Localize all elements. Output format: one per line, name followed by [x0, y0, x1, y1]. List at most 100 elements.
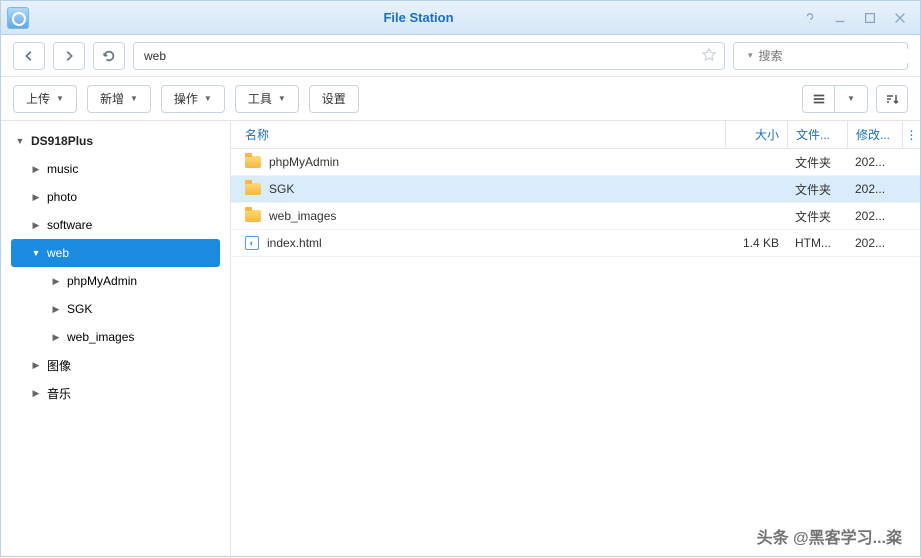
- tree-item-phpMyAdmin[interactable]: ▶ phpMyAdmin: [11, 267, 220, 295]
- tree-item-web_images[interactable]: ▶ web_images: [11, 323, 220, 351]
- close-button[interactable]: [892, 10, 908, 26]
- col-header-size[interactable]: 大小: [725, 121, 787, 148]
- chevron-right-icon: ▶: [51, 276, 61, 287]
- file-row[interactable]: web_images 文件夹202...: [231, 203, 920, 230]
- maximize-button[interactable]: [862, 10, 878, 26]
- cell-type: HTM...: [787, 236, 847, 250]
- col-header-menu[interactable]: ⋮: [902, 121, 920, 148]
- chevron-down-icon: ▼: [56, 94, 64, 103]
- forward-button[interactable]: [53, 42, 85, 70]
- chevron-right-icon: ▶: [31, 360, 41, 371]
- cell-type: 文件夹: [787, 208, 847, 225]
- chevron-down-icon: ▼: [278, 94, 286, 103]
- tree-item-label: 图像: [47, 357, 71, 374]
- tree-item-music[interactable]: ▶ music: [11, 155, 220, 183]
- chevron-right-icon: ▶: [31, 220, 41, 231]
- cell-name: SGK: [231, 182, 725, 196]
- tree-item-图像[interactable]: ▶ 图像: [11, 351, 220, 379]
- col-header-date[interactable]: 修改...: [847, 121, 902, 148]
- tree-root-label: DS918Plus: [31, 134, 93, 148]
- chevron-down-icon: ▼: [847, 94, 855, 103]
- tree-item-label: photo: [47, 190, 77, 204]
- cell-date: 202...: [847, 155, 902, 169]
- cell-name: phpMyAdmin: [231, 155, 725, 169]
- cell-name: web_images: [231, 209, 725, 223]
- upload-button[interactable]: 上传 ▼: [13, 85, 77, 113]
- tree-item-software[interactable]: ▶ software: [11, 211, 220, 239]
- tree-item-web[interactable]: ▼ web: [11, 239, 220, 267]
- app-icon: [7, 7, 29, 29]
- sort-button[interactable]: [876, 85, 908, 113]
- chevron-down-icon: ▼: [130, 94, 138, 103]
- grid-header: 名称 大小 文件... 修改... ⋮: [231, 121, 920, 149]
- tree-item-label: software: [47, 218, 92, 232]
- upload-label: 上传: [26, 90, 50, 107]
- chevron-down-icon: ▼: [31, 248, 41, 258]
- cell-size: 1.4 KB: [725, 236, 787, 250]
- action-button[interactable]: 操作 ▼: [161, 85, 225, 113]
- search-input[interactable]: [759, 49, 914, 63]
- file-row[interactable]: phpMyAdmin 文件夹202...: [231, 149, 920, 176]
- cell-date: 202...: [847, 236, 902, 250]
- file-name: web_images: [269, 209, 336, 223]
- refresh-button[interactable]: [93, 42, 125, 70]
- cell-type: 文件夹: [787, 154, 847, 171]
- window-controls: [802, 10, 914, 26]
- watermark-text: 头条 @黑客学习...粢: [757, 524, 902, 548]
- tree-item-label: 音乐: [47, 385, 71, 402]
- navbar: ▾: [1, 35, 920, 77]
- folder-icon: [245, 210, 261, 222]
- tree-item-label: SGK: [67, 302, 92, 316]
- sidebar: ▼ DS918Plus ▶ music ▶ photo ▶ software ▼ web ▶ ph…: [1, 121, 231, 558]
- cell-name: index.html: [231, 236, 725, 250]
- file-grid: 名称 大小 文件... 修改... ⋮ phpMyAdmin文件夹202...S…: [231, 121, 920, 558]
- help-button[interactable]: [802, 10, 818, 26]
- tree-item-photo[interactable]: ▶ photo: [11, 183, 220, 211]
- chevron-right-icon: ▶: [31, 388, 41, 399]
- tree-item-音乐[interactable]: ▶ 音乐: [11, 379, 220, 407]
- col-header-name[interactable]: 名称: [231, 126, 725, 143]
- tree-item-label: web_images: [67, 330, 134, 344]
- back-button[interactable]: [13, 42, 45, 70]
- tree-item-label: web: [47, 246, 69, 260]
- chevron-down-icon: ▼: [15, 136, 25, 146]
- folder-icon: [245, 156, 261, 168]
- toolbar: 上传 ▼ 新增 ▼ 操作 ▼ 工具 ▼ 设置 ▼: [1, 77, 920, 121]
- action-label: 操作: [174, 90, 198, 107]
- html-file-icon: [245, 236, 259, 250]
- minimize-button[interactable]: [832, 10, 848, 26]
- file-row[interactable]: SGK 文件夹202...: [231, 176, 920, 203]
- favorite-icon[interactable]: [701, 46, 717, 65]
- chevron-down-icon: ▼: [204, 94, 212, 103]
- create-label: 新增: [100, 90, 124, 107]
- list-view-button[interactable]: [803, 86, 835, 112]
- chevron-right-icon: ▶: [51, 304, 61, 315]
- cell-type: 文件夹: [787, 181, 847, 198]
- file-name: phpMyAdmin: [269, 155, 339, 169]
- tree-item-label: music: [47, 162, 78, 176]
- content: ▼ DS918Plus ▶ music ▶ photo ▶ software ▼ web ▶ ph…: [1, 121, 920, 558]
- chevron-right-icon: ▶: [31, 192, 41, 203]
- view-dropdown-button[interactable]: ▼: [835, 86, 867, 112]
- create-button[interactable]: 新增 ▼: [87, 85, 151, 113]
- tools-button[interactable]: 工具 ▼: [235, 85, 299, 113]
- tree-item-SGK[interactable]: ▶ SGK: [11, 295, 220, 323]
- path-input[interactable]: [133, 42, 725, 70]
- chevron-right-icon: ▶: [31, 164, 41, 175]
- cell-date: 202...: [847, 182, 902, 196]
- file-name: index.html: [267, 236, 322, 250]
- settings-button[interactable]: 设置: [309, 85, 359, 113]
- file-row[interactable]: index.html 1.4 KBHTM...202...: [231, 230, 920, 257]
- search-dropdown-caret[interactable]: ▾: [748, 50, 753, 61]
- cell-date: 202...: [847, 209, 902, 223]
- tools-label: 工具: [248, 90, 272, 107]
- window-title: File Station: [35, 10, 802, 25]
- file-name: SGK: [269, 182, 294, 196]
- settings-label: 设置: [322, 90, 346, 107]
- tree-root[interactable]: ▼ DS918Plus: [11, 127, 220, 155]
- chevron-right-icon: ▶: [51, 332, 61, 343]
- titlebar: File Station: [1, 1, 920, 35]
- tree-item-label: phpMyAdmin: [67, 274, 137, 288]
- col-header-type[interactable]: 文件...: [787, 121, 847, 148]
- search-box[interactable]: ▾: [733, 42, 908, 70]
